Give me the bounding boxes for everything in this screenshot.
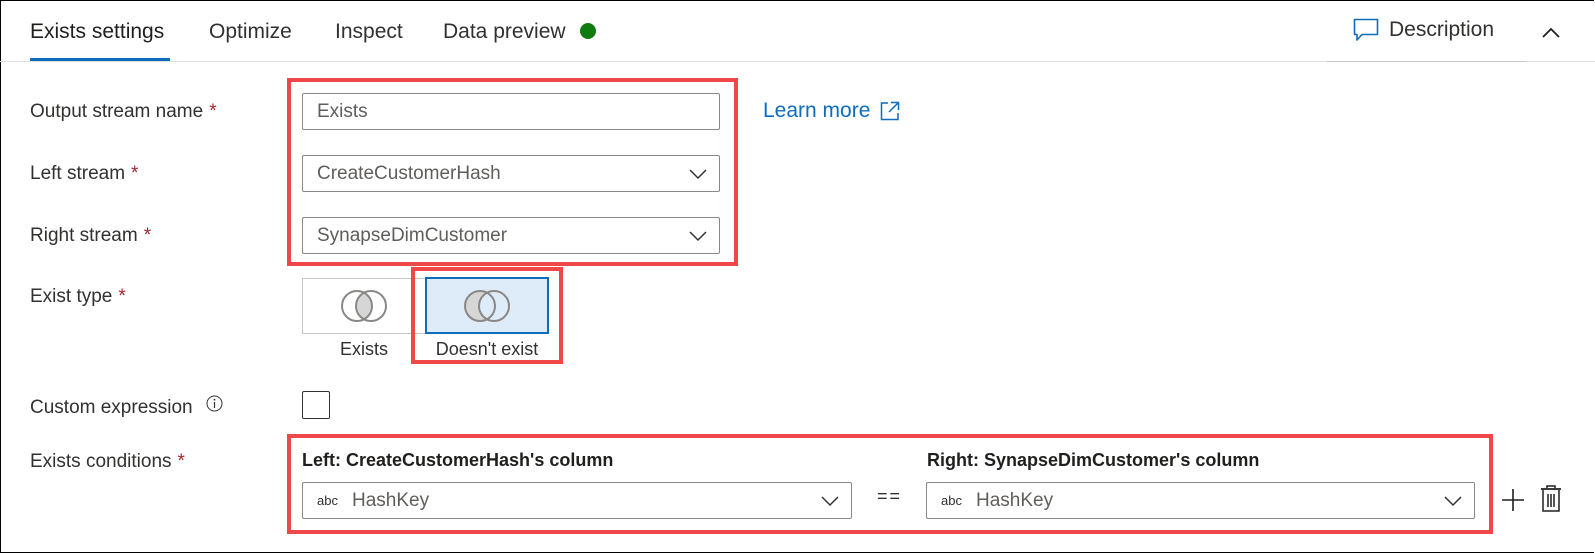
- exist-type-option-doesnt-exist-label: Doesn't exist: [435, 339, 539, 359]
- left-stream-value: CreateCustomerHash: [317, 162, 501, 184]
- tab-optimize[interactable]: Optimize: [209, 20, 292, 44]
- chevron-down-icon: [821, 495, 839, 506]
- tab-bar: Exists settings Optimize Inspect Data pr…: [0, 0, 1595, 62]
- trash-icon[interactable]: [1540, 485, 1562, 513]
- right-stream-value: SynapseDimCustomer: [317, 224, 508, 246]
- exists-conditions-label: Exists conditions *: [30, 451, 185, 473]
- left-column-value: HashKey: [351, 489, 430, 511]
- required-mark: *: [131, 163, 139, 184]
- description-label: Description: [1389, 18, 1495, 41]
- left-column-select[interactable]: abc HashKey: [302, 482, 852, 519]
- tab-data-preview[interactable]: Data preview: [443, 20, 596, 44]
- string-type-icon: abc: [317, 493, 338, 508]
- status-dot-icon: [579, 23, 596, 39]
- learn-more-label: Learn more: [763, 99, 871, 122]
- exist-type-option-doesnt-exist[interactable]: [425, 277, 549, 334]
- exist-type-option-exists-label: Exists: [339, 339, 388, 359]
- required-mark: *: [143, 225, 152, 246]
- external-link-icon: [881, 101, 900, 121]
- left-stream-select[interactable]: CreateCustomerHash: [302, 155, 720, 192]
- required-mark: *: [209, 101, 217, 122]
- plus-icon[interactable]: [1501, 488, 1525, 512]
- learn-more-link[interactable]: Learn more: [763, 99, 900, 123]
- custom-expression-label: Custom expression: [30, 395, 223, 419]
- exist-type-option-exists[interactable]: [302, 278, 426, 334]
- output-stream-name-label: Output stream name *: [30, 101, 217, 123]
- right-stream-label-text: Right stream: [30, 225, 138, 246]
- left-stream-label-text: Left stream: [30, 163, 126, 184]
- right-column-header: Right: SynapseDimCustomer's column: [927, 450, 1260, 470]
- right-column-value: HashKey: [975, 489, 1054, 511]
- panel-frame: [0, 0, 1594, 553]
- tab-inspect[interactable]: Inspect: [335, 20, 403, 44]
- chevron-down-icon: [689, 168, 707, 179]
- exist-type-label-text: Exist type: [30, 286, 113, 307]
- right-column-select[interactable]: abc HashKey: [926, 482, 1475, 519]
- tab-data-preview-label: Data preview: [443, 20, 566, 43]
- description-divider: [1327, 61, 1525, 62]
- required-mark: *: [177, 451, 185, 472]
- exists-conditions-label-text: Exists conditions: [30, 451, 172, 472]
- exist-type-label: Exist type *: [30, 286, 126, 308]
- output-stream-name-value: Exists: [317, 100, 368, 122]
- active-tab-indicator: [30, 58, 170, 61]
- tab-exists-settings[interactable]: Exists settings: [30, 20, 164, 44]
- description-button[interactable]: Description: [1353, 18, 1494, 42]
- required-mark: *: [118, 286, 126, 307]
- custom-expression-checkbox[interactable]: [302, 391, 330, 419]
- venn-intersection-icon: [341, 290, 387, 322]
- chevron-down-icon: [689, 230, 707, 241]
- output-stream-name-label-text: Output stream name: [30, 101, 204, 122]
- right-stream-select[interactable]: SynapseDimCustomer: [302, 217, 720, 254]
- chevron-up-icon[interactable]: [1538, 20, 1564, 46]
- custom-expression-label-text: Custom expression: [30, 397, 193, 418]
- info-icon[interactable]: [206, 395, 223, 412]
- comment-icon: [1353, 18, 1379, 41]
- equals-operator: ==: [877, 486, 903, 506]
- chevron-down-icon: [1444, 495, 1462, 506]
- output-stream-name-input[interactable]: Exists: [302, 93, 720, 130]
- left-column-header: Left: CreateCustomerHash's column: [302, 450, 614, 470]
- venn-left-only-icon: [464, 289, 510, 322]
- left-stream-label: Left stream *: [30, 163, 138, 185]
- string-type-icon: abc: [941, 493, 962, 508]
- right-stream-label: Right stream *: [30, 225, 151, 247]
